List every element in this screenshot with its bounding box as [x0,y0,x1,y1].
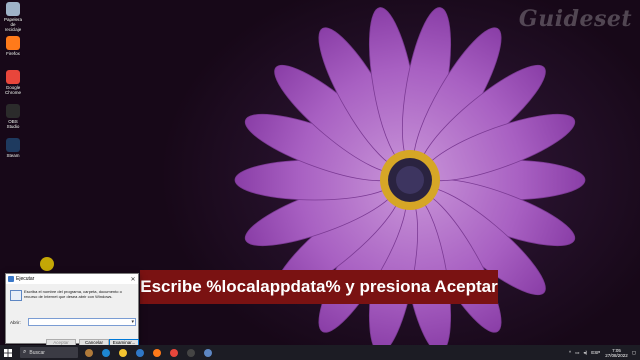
network-icon[interactable]: ▭ [575,350,579,356]
taskbar-app-glyph [85,348,93,357]
desktop-icon[interactable]: Steam [2,138,24,158]
run-dialog-title: Ejecutar [16,276,35,282]
file-explorer-icon[interactable] [117,347,129,359]
open-input[interactable]: ▾ [28,318,136,326]
taskbar-apps [78,347,214,359]
obs-icon [6,104,20,118]
saturn-icon[interactable] [83,347,95,359]
system-tray: ^ ▭ ◂) ESP 7:05 27/08/2022 ▢ [565,348,640,358]
firefox-icon [6,36,20,50]
taskbar-app-glyph [102,348,110,357]
obs-icon[interactable] [185,347,197,359]
run-icon[interactable] [202,347,214,359]
chevron-down-icon[interactable]: ▾ [131,319,134,325]
cursor-highlight [40,257,54,271]
taskbar-app-glyph [187,348,195,357]
run-app-icon [10,290,22,301]
run-icon [8,276,14,282]
desktop-icon-label: Steam [6,153,20,158]
taskbar-app-glyph [119,348,127,357]
taskbar-app-glyph [204,348,212,357]
firefox-icon[interactable] [151,347,163,359]
edge-icon[interactable] [100,347,112,359]
taskbar-search[interactable]: ⌕ Buscar [20,347,78,358]
taskbar-app-glyph [153,348,161,357]
desktop-icon[interactable]: Firefox [2,36,24,56]
chevron-up-icon[interactable]: ^ [569,350,571,355]
notification-icon[interactable]: ▢ [632,350,636,356]
desktop-icon-label: Papelera de reciclaje [3,17,22,32]
volume-icon[interactable]: ◂) [583,350,587,356]
desktop-icon-label: Google Chrome [4,85,21,95]
recycle-bin-icon [6,2,20,16]
run-dialog-titlebar[interactable]: Ejecutar ✕ [6,274,138,284]
open-label: Abrir: [10,320,21,325]
windows-logo-icon [4,348,12,357]
taskbar-app-glyph [136,348,144,357]
desktop-icon-label: Firefox [6,51,20,56]
store-icon[interactable] [134,347,146,359]
language-indicator[interactable]: ESP [591,350,600,355]
desktop-icon[interactable]: Google Chrome [2,70,24,95]
run-dialog: Ejecutar ✕ Escriba el nombre del program… [5,273,139,347]
chrome-icon [6,70,20,84]
chrome-icon[interactable] [168,347,180,359]
desktop-icon[interactable]: Papelera de reciclaje [2,2,24,32]
desktop-icon[interactable]: OBS Studio [2,104,24,129]
taskbar-app-glyph [170,348,178,357]
clock[interactable]: 7:05 27/08/2022 [605,348,628,358]
taskbar: ⌕ Buscar ^ ▭ ◂) ESP 7:05 27/08/2022 ▢ [0,345,640,360]
desktop-icon-label: OBS Studio [6,119,20,129]
search-icon: ⌕ [23,349,27,355]
run-description: Escriba el nombre del programa, carpeta,… [24,289,122,299]
watermark: Guideset [518,6,632,32]
clock-date: 27/08/2022 [605,352,628,358]
close-button[interactable]: ✕ [128,276,138,283]
tutorial-caption: Escribe %localappdata% y presiona Acepta… [140,270,498,304]
search-placeholder: Buscar [29,349,45,356]
steam-icon [6,138,20,152]
start-button[interactable] [0,345,16,360]
